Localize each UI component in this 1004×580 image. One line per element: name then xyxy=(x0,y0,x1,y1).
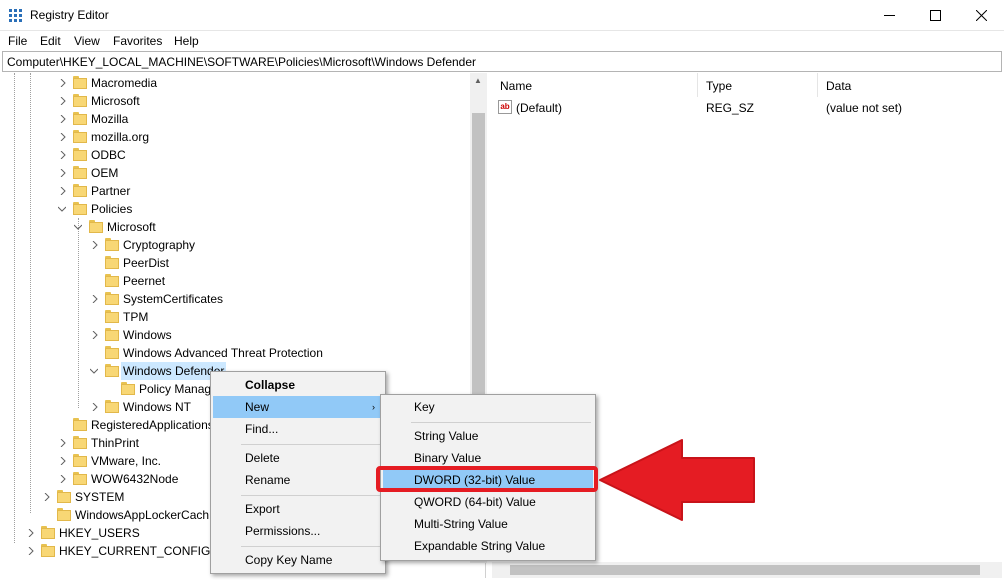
folder-icon xyxy=(73,454,87,468)
submenu-expandable-string-value[interactable]: Expandable String Value xyxy=(381,535,595,557)
menu-find[interactable]: Find... xyxy=(211,418,385,440)
column-header-data[interactable]: Data xyxy=(826,79,851,93)
tree-guide xyxy=(14,73,15,543)
folder-icon xyxy=(73,184,87,198)
folder-icon xyxy=(73,112,87,126)
folder-open-icon xyxy=(73,202,87,216)
address-bar[interactable]: Computer\HKEY_LOCAL_MACHINE\SOFTWARE\Pol… xyxy=(2,51,1002,72)
folder-icon xyxy=(73,418,87,432)
menu-help[interactable]: Help xyxy=(174,34,199,48)
folder-icon xyxy=(57,508,71,522)
menu-separator xyxy=(411,422,591,423)
ab-string-icon: ab xyxy=(498,100,512,114)
folder-open-icon xyxy=(105,364,119,378)
folder-icon xyxy=(73,166,87,180)
submenu-key[interactable]: Key xyxy=(381,396,595,418)
folder-icon xyxy=(121,382,135,396)
folder-icon xyxy=(41,544,55,558)
column-header-type[interactable]: Type xyxy=(706,79,732,93)
scroll-up-icon[interactable]: ▲ xyxy=(474,76,482,85)
folder-icon xyxy=(105,256,119,270)
folder-icon xyxy=(105,400,119,414)
menu-rename[interactable]: Rename xyxy=(211,469,385,491)
menu-delete[interactable]: Delete xyxy=(211,447,385,469)
value-data: (value not set) xyxy=(826,101,903,115)
menu-bar: File Edit View Favorites Help xyxy=(0,31,1004,51)
highlight-box xyxy=(376,466,598,492)
chevron-right-icon: › xyxy=(372,402,375,412)
folder-icon xyxy=(73,130,87,144)
folder-icon xyxy=(105,238,119,252)
folder-icon xyxy=(105,328,119,342)
folder-icon xyxy=(41,526,55,540)
folder-icon xyxy=(105,292,119,306)
list-scrollbar[interactable] xyxy=(492,562,1002,578)
registry-editor-icon xyxy=(9,9,23,22)
close-button[interactable] xyxy=(958,0,1004,31)
folder-icon xyxy=(105,346,119,360)
menu-collapse[interactable]: Collapse xyxy=(211,374,385,396)
folder-icon xyxy=(73,76,87,90)
folder-icon xyxy=(105,274,119,288)
minimize-button[interactable] xyxy=(866,0,912,31)
folder-icon xyxy=(105,310,119,324)
menu-copy-key-name[interactable]: Copy Key Name xyxy=(211,549,385,571)
folder-icon xyxy=(73,148,87,162)
menu-separator xyxy=(241,546,381,547)
column-divider[interactable] xyxy=(817,73,818,97)
submenu-string-value[interactable]: String Value xyxy=(381,425,595,447)
scrollbar-thumb[interactable] xyxy=(510,565,980,575)
menu-new-label: New xyxy=(245,400,270,414)
column-header-name[interactable]: Name xyxy=(500,79,532,93)
value-type: REG_SZ xyxy=(706,101,755,115)
folder-icon xyxy=(73,436,87,450)
context-menu: Collapse New › Find... Delete Rename Exp… xyxy=(210,371,386,574)
value-name[interactable]: (Default) xyxy=(516,101,562,115)
menu-permissions[interactable]: Permissions... xyxy=(211,520,385,542)
folder-icon xyxy=(57,490,71,504)
address-path: Computer\HKEY_LOCAL_MACHINE\SOFTWARE\Pol… xyxy=(7,55,477,69)
maximize-button[interactable] xyxy=(912,0,958,31)
tree-guide xyxy=(30,73,31,513)
menu-separator xyxy=(241,495,381,496)
title-bar: Registry Editor xyxy=(0,0,1004,31)
menu-new[interactable]: New › xyxy=(213,396,383,418)
menu-file[interactable]: File xyxy=(8,34,27,48)
window-title: Registry Editor xyxy=(30,8,109,22)
menu-edit[interactable]: Edit xyxy=(40,34,61,48)
folder-icon xyxy=(73,472,87,486)
menu-export[interactable]: Export xyxy=(211,498,385,520)
folder-open-icon xyxy=(89,220,103,234)
menu-view[interactable]: View xyxy=(74,34,100,48)
menu-separator xyxy=(241,444,381,445)
submenu-multi-string-value[interactable]: Multi-String Value xyxy=(381,513,595,535)
column-divider[interactable] xyxy=(697,73,698,97)
submenu-qword-value[interactable]: QWORD (64-bit) Value xyxy=(381,491,595,513)
arrow-left-icon xyxy=(599,439,755,521)
folder-icon xyxy=(73,94,87,108)
tree-guide xyxy=(78,218,79,408)
menu-favorites[interactable]: Favorites xyxy=(113,34,162,48)
